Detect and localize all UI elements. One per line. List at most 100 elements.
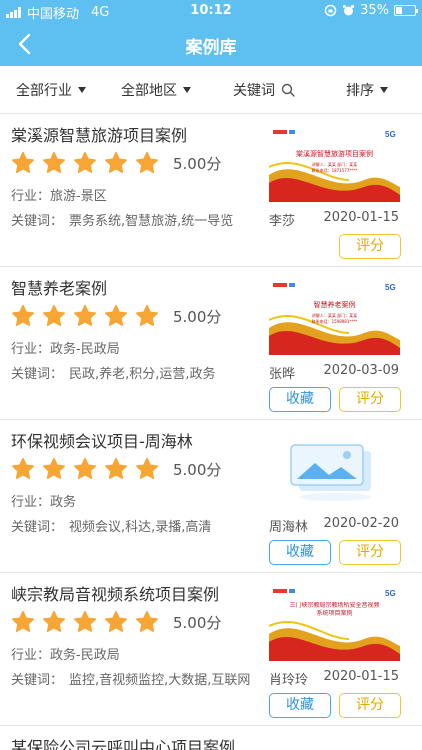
keyword-value: 视频会议,科达,录播,高清 — [69, 520, 212, 535]
thumb-badge: 5G — [385, 589, 396, 598]
case-keywords: 关键词： 监控,音视频监控,大数据,互联网 — [11, 669, 251, 688]
star-icon[interactable] — [11, 610, 35, 634]
case-title: 棠溪源智慧旅游项目案例 — [11, 126, 188, 145]
star-rating[interactable] — [11, 304, 159, 328]
search-icon — [281, 83, 295, 97]
rate-button[interactable]: 评分 — [339, 387, 401, 412]
star-icon[interactable] — [73, 610, 97, 634]
keyword-label: 关键词： — [11, 673, 64, 688]
keyword-label: 关键词： — [11, 214, 64, 229]
status-right: 35% — [324, 3, 418, 18]
alarm-icon — [342, 4, 355, 16]
case-score: 5.00分 — [173, 155, 222, 173]
rate-button[interactable]: 评分 — [339, 234, 401, 259]
filter-industry-label: 全部行业 — [16, 83, 72, 99]
case-industry: 行业：旅游-景区 — [11, 189, 107, 204]
filter-keyword[interactable]: 关键词 — [233, 80, 295, 100]
star-icon[interactable] — [104, 457, 128, 481]
case-title: 峡宗教局音视频系统项目案例 — [11, 585, 220, 604]
star-icon[interactable] — [73, 151, 97, 175]
star-icon[interactable] — [11, 151, 35, 175]
case-title: 智慧养老案例 — [11, 279, 108, 298]
keyword-value: 票务系统,智慧旅游,统一导览 — [69, 214, 234, 229]
caret-down-icon — [78, 87, 86, 93]
case-card[interactable]: 某保险公司云呼叫中心项目案例 — [0, 726, 422, 750]
star-icon[interactable] — [104, 610, 128, 634]
favorite-button[interactable]: 收藏 — [269, 693, 331, 718]
star-icon[interactable] — [11, 304, 35, 328]
star-icon[interactable] — [42, 151, 66, 175]
case-thumbnail[interactable]: 5G 智慧养老案例 讲解人：某某 部门：某某 联系电话：1598981**** — [269, 278, 400, 355]
nav-bar: 案例库 — [0, 22, 422, 66]
case-author: 周海林 — [269, 520, 309, 535]
thumb-line-2: 联系电话：1598981**** — [312, 318, 358, 324]
case-author: 肖玲玲 — [269, 673, 309, 688]
thumb-line-1: 讲解人：某某 部门：某某 — [312, 312, 357, 318]
star-icon[interactable] — [42, 304, 66, 328]
case-date: 2020-01-15 — [323, 669, 399, 684]
case-keywords: 关键词： 民政,养老,积分,运营,政务 — [11, 363, 251, 382]
case-date: 2020-02-20 — [323, 516, 399, 531]
status-bar: 中国移动 4G 10:12 35% — [0, 0, 422, 22]
case-industry: 行业：政务-民政局 — [11, 648, 120, 663]
image-placeholder-icon[interactable] — [269, 431, 400, 508]
star-icon[interactable] — [73, 457, 97, 481]
filter-keyword-label: 关键词 — [233, 83, 275, 99]
keyword-value: 民政,养老,积分,运营,政务 — [69, 367, 216, 382]
battery-percent: 35% — [360, 3, 389, 18]
rotation-lock-icon — [324, 4, 337, 17]
case-card[interactable]: 峡宗教局音视频系统项目案例 5.00分 行业：政务-民政局 关键词： 监控,音视… — [0, 573, 422, 726]
case-list: 棠溪源智慧旅游项目案例 5.00分 行业：旅游-景区 关键词： 票务系统,智慧旅… — [0, 114, 422, 750]
filter-sort-label: 排序 — [346, 83, 374, 99]
star-icon[interactable] — [73, 304, 97, 328]
case-industry: 行业：政务-民政局 — [11, 342, 120, 357]
case-title: 某保险公司云呼叫中心项目案例 — [11, 738, 236, 750]
thumb-title: 智慧养老案例 — [314, 300, 356, 309]
caret-down-icon — [183, 87, 191, 93]
case-keywords: 关键词： 视频会议,科达,录播,高清 — [11, 516, 251, 535]
keyword-value: 监控,音视频监控,大数据,互联网 — [69, 673, 251, 688]
case-score: 5.00分 — [173, 614, 222, 632]
case-card[interactable]: 环保视频会议项目-周海林 5.00分 行业：政务 关键词： 视频会议,科达,录播… — [0, 420, 422, 573]
rate-button[interactable]: 评分 — [339, 540, 401, 565]
case-card[interactable]: 智慧养老案例 5.00分 行业：政务-民政局 关键词： 民政,养老,积分,运营,… — [0, 267, 422, 420]
favorite-button[interactable]: 收藏 — [269, 387, 331, 412]
star-rating[interactable] — [11, 457, 159, 481]
keyword-label: 关键词： — [11, 520, 64, 535]
rate-button[interactable]: 评分 — [339, 693, 401, 718]
star-icon[interactable] — [11, 457, 35, 481]
case-date: 2020-03-09 — [323, 363, 399, 378]
filter-sort[interactable]: 排序 — [346, 80, 388, 100]
star-icon[interactable] — [104, 151, 128, 175]
case-score: 5.00分 — [173, 461, 222, 479]
case-thumbnail[interactable]: 5G 三门峡宗教局宗教场所安全音视频系统项目案例 — [269, 584, 400, 661]
star-icon[interactable] — [42, 610, 66, 634]
thumb-badge: 5G — [385, 130, 396, 139]
filter-region-label: 全部地区 — [121, 83, 177, 99]
thumb-badge: 5G — [385, 283, 396, 292]
battery-icon — [394, 5, 418, 16]
star-icon[interactable] — [135, 304, 159, 328]
thumb-line-2: 联系电话：1871577**** — [312, 167, 358, 173]
case-thumbnail[interactable]: 5G 棠溪源智慧旅游项目案例 讲解人：某某 部门：某某 联系电话：1871577… — [269, 125, 400, 202]
star-icon[interactable] — [104, 304, 128, 328]
thumb-line-1: 讲解人：某某 部门：某某 — [312, 161, 357, 167]
filter-region[interactable]: 全部地区 — [121, 80, 191, 100]
star-icon[interactable] — [135, 457, 159, 481]
page-title: 案例库 — [185, 38, 237, 58]
thumb-title: 棠溪源智慧旅游项目案例 — [296, 149, 373, 158]
thumb-title: 三门峡宗教局宗教场所安全音视频系统项目案例 — [289, 602, 380, 617]
keyword-label: 关键词： — [11, 367, 64, 382]
case-title: 环保视频会议项目-周海林 — [11, 432, 193, 451]
caret-down-icon — [380, 87, 388, 93]
star-icon[interactable] — [42, 457, 66, 481]
star-rating[interactable] — [11, 610, 159, 634]
case-author: 张晔 — [269, 367, 296, 382]
filter-industry[interactable]: 全部行业 — [16, 80, 86, 100]
case-score: 5.00分 — [173, 308, 222, 326]
favorite-button[interactable]: 收藏 — [269, 540, 331, 565]
star-icon[interactable] — [135, 151, 159, 175]
star-rating[interactable] — [11, 151, 159, 175]
star-icon[interactable] — [135, 610, 159, 634]
case-card[interactable]: 棠溪源智慧旅游项目案例 5.00分 行业：旅游-景区 关键词： 票务系统,智慧旅… — [0, 114, 422, 267]
